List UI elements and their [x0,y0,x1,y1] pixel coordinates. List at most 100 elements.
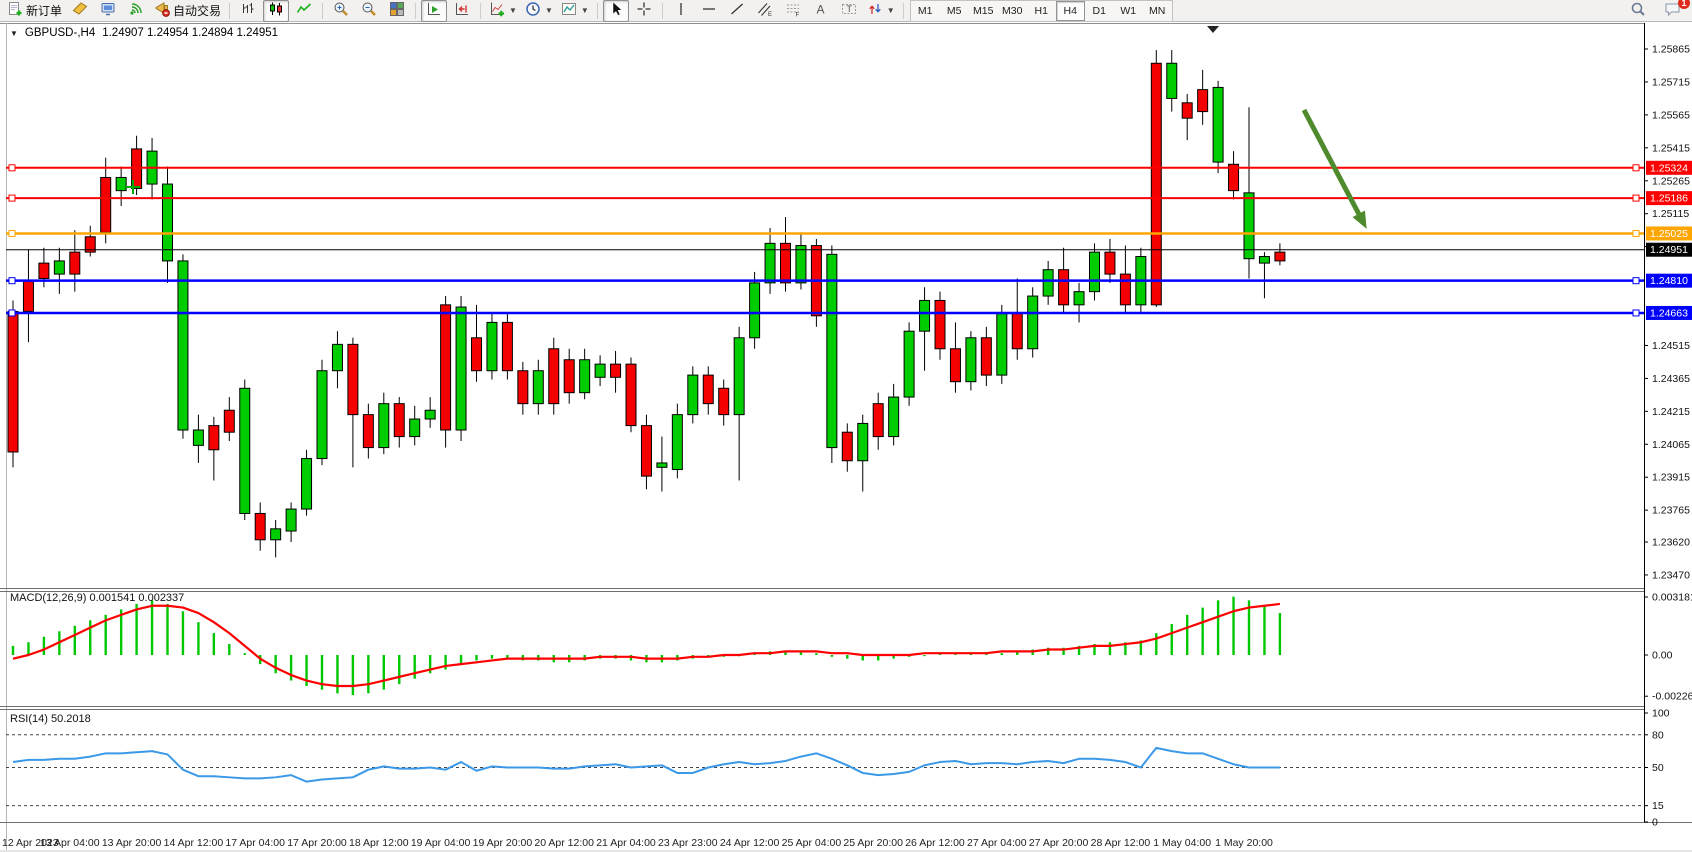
chart-plot-area[interactable] [6,24,1644,588]
rsi-tick-label: 0 [1652,817,1658,829]
tile-windows-button[interactable] [384,0,410,22]
price-tick-label: 1.25865 [1652,44,1690,56]
price-tag-text: 1.25324 [1650,162,1688,174]
navigator-icon [100,1,116,20]
price-tick-label: 1.23765 [1652,505,1690,517]
candlestick-chart-button[interactable] [263,0,289,22]
notifications-button[interactable]: 1 [1659,0,1685,22]
timeframe-button-H1[interactable]: H1 [1027,1,1056,21]
chart-ohlc-quote: 1.24907 1.24954 1.24894 1.24951 [102,27,278,39]
signals-icon [128,1,144,20]
cursor-icon [608,1,624,20]
text-button[interactable]: A [808,0,834,22]
zoom-out-button[interactable] [356,0,382,22]
market-watch-button[interactable] [67,0,93,22]
tile-windows-icon [389,1,405,20]
macd-tick-label: 0.00 [1652,650,1673,662]
arrows-icon [867,1,883,20]
time-tick-label: 19 Apr 20:00 [473,837,533,849]
notification-badge: 1 [1678,0,1690,9]
time-tick-label: 14 Apr 12:00 [164,837,224,849]
chart-shift-icon [454,1,470,20]
channel-icon: E [757,1,773,20]
templates-icon [561,1,577,20]
auto-scroll-button[interactable] [421,0,447,22]
rsi-tick-label: 100 [1652,708,1670,720]
price-tick-label: 1.25565 [1652,109,1690,121]
arrows-button[interactable]: ▼ [864,0,898,22]
time-tick-label: 18 Apr 12:00 [349,837,409,849]
time-tick-label: 17 Apr 04:00 [225,837,285,849]
time-tick-label: 19 Apr 04:00 [411,837,471,849]
trendline-icon [729,1,745,20]
templates-button[interactable]: ▼ [558,0,592,22]
auto-trading-button[interactable]: 自动交易 [151,0,224,22]
price-tick-label: 1.25265 [1652,175,1690,187]
bar-chart-button[interactable] [235,0,261,22]
timeframe-button-M30[interactable]: M30 [998,1,1027,21]
price-tick-label: 1.24365 [1652,373,1690,385]
line-chart-icon [296,1,312,20]
rsi-tick-label: 50 [1652,762,1664,774]
timeframe-button-M1[interactable]: M1 [911,1,940,21]
candlestick-chart-icon [268,1,284,20]
timeframe-button-W1[interactable]: W1 [1114,1,1143,21]
price-tick-label: 1.23915 [1652,472,1690,484]
macd-label: MACD(12,26,9) 0.001541 0.002337 [10,592,184,604]
line-chart-button[interactable] [291,0,317,22]
horizontal-line-button[interactable] [696,0,722,22]
search-icon [1630,1,1646,20]
horizontal-line-icon [701,1,717,20]
toolbar-separator [597,3,598,19]
chevron-down-icon: ▼ [887,6,895,15]
crosshair-button[interactable] [631,0,657,22]
svg-text:F: F [795,13,799,18]
toolbar-separator [662,3,663,19]
time-tick-label: 27 Apr 04:00 [967,837,1027,849]
signals-button[interactable] [123,0,149,22]
svg-text:A: A [816,3,824,17]
zoom-in-button[interactable] [328,0,354,22]
channel-button[interactable]: E [752,0,778,22]
timeframe-button-M15[interactable]: M15 [969,1,998,21]
text-icon: A [813,1,829,20]
one-click-trading-arrow[interactable]: ▼ [10,29,18,38]
timeframe-toolbar: M1M5M15M30H1H4D1W1MN [910,0,1173,22]
macd-tick-label: 0.003181 [1652,592,1692,604]
toolbar-separator [415,3,416,19]
navigator-button[interactable] [95,0,121,22]
time-tick-label: 23 Apr 23:00 [658,837,718,849]
price-tick-label: 1.24215 [1652,406,1690,418]
svg-text:E: E [768,12,772,17]
text-label-button[interactable]: T [836,0,862,22]
price-tick-label: 1.24065 [1652,439,1690,451]
timeframe-button-M5[interactable]: M5 [940,1,969,21]
macd-tick-label: -0.00226 [1652,691,1692,703]
fibonacci-button[interactable]: F [780,0,806,22]
chart-canvas[interactable]: MACD(12,26,9) 0.001541 0.002337 RSI(14) 5… [0,0,1692,852]
trendline-button[interactable] [724,0,750,22]
rsi-label: RSI(14) 50.2018 [10,713,91,725]
timeframe-button-MN[interactable]: MN [1143,1,1172,21]
cursor-button[interactable] [603,0,629,22]
timeframe-button-H4[interactable]: H4 [1056,1,1085,21]
auto-scroll-icon [426,1,442,20]
indicators-icon [489,1,505,20]
time-tick-label: 25 Apr 04:00 [782,837,842,849]
timeframe-button-D1[interactable]: D1 [1085,1,1114,21]
vertical-line-icon [673,1,689,20]
vertical-line-button[interactable] [668,0,694,22]
new-order-button[interactable]: 新订单 [4,0,65,22]
price-tag-text: 1.25186 [1650,193,1688,205]
search-button[interactable] [1625,0,1651,22]
chart-symbol-period: GBPUSD-,H4 [25,27,95,39]
bar-chart-icon [240,1,256,20]
rsi-tick-label: 15 [1652,800,1664,812]
periods-button[interactable]: ▼ [522,0,556,22]
indicators-button[interactable]: ▼ [486,0,520,22]
toolbar-separator [322,3,323,19]
price-tick-label: 1.25715 [1652,76,1690,88]
chart-shift-button[interactable] [449,0,475,22]
price-tag-text: 1.24663 [1650,307,1688,319]
time-tick-label: 1 May 20:00 [1215,837,1273,849]
